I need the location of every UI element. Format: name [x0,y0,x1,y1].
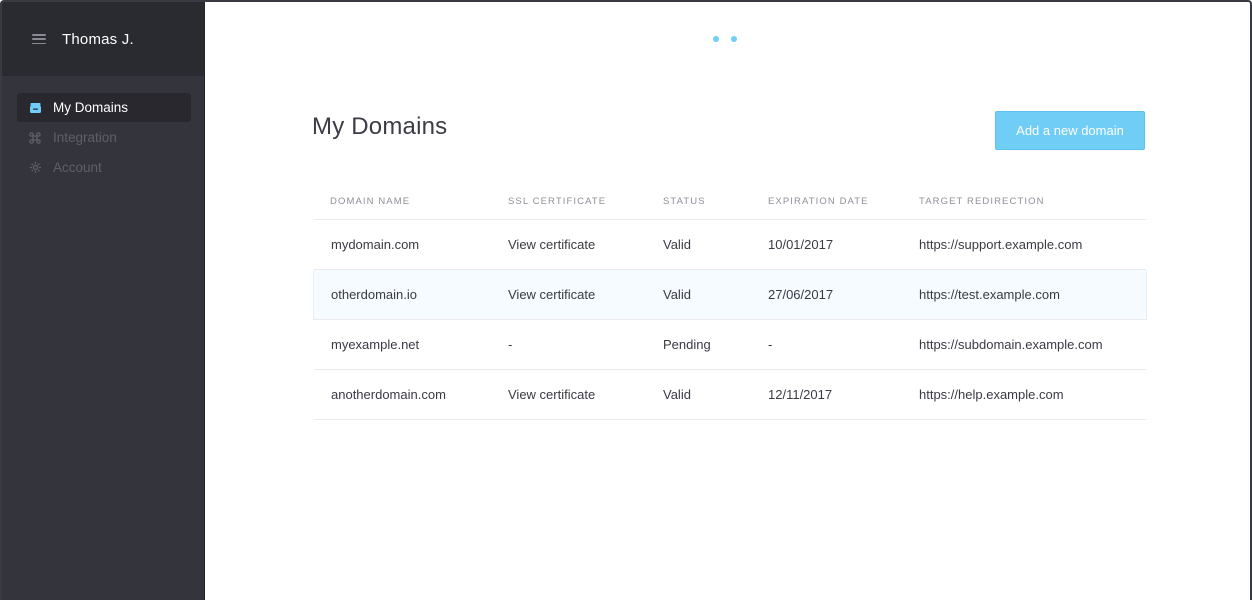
sidebar: Thomas J. My Domains Integration Account [2,2,205,600]
user-name[interactable]: Thomas J. [62,31,134,48]
target-redirection-cell: https://subdomain.example.com [919,337,1103,352]
add-domain-button[interactable]: Add a new domain [995,111,1145,150]
column-header-domain[interactable]: DOMAIN NAME [314,196,508,207]
table-row[interactable]: myexample.net - Pending - https://subdom… [314,320,1146,370]
app-window: Thomas J. My Domains Integration Account… [0,0,1252,600]
domain-name-cell: otherdomain.io [331,287,417,302]
status-cell: Pending [663,337,711,352]
table-row[interactable]: anotherdomain.com View certificate Valid… [314,370,1146,420]
command-icon [28,131,42,145]
domain-name-cell: myexample.net [331,337,420,352]
sidebar-nav: My Domains Integration Account [2,76,204,182]
domains-icon [28,101,42,115]
loader-dot [713,36,719,42]
expiration-date-cell: 10/01/2017 [768,237,834,252]
loader-dot [731,36,737,42]
expiration-date-cell: - [768,337,773,352]
page-title: My Domains [312,113,448,140]
loading-indicator [713,36,737,42]
target-redirection-cell: https://support.example.com [919,237,1083,252]
domain-name-cell: anotherdomain.com [331,387,446,402]
status-cell: Valid [663,387,691,402]
sidebar-header: Thomas J. [2,2,204,76]
sidebar-item-label: Account [53,160,102,175]
column-header-expiration[interactable]: EXPIRATION DATE [768,196,919,207]
ssl-certificate-cell: - [508,337,513,352]
table-row[interactable]: mydomain.com View certificate Valid 10/0… [314,220,1146,270]
status-cell: Valid [663,237,691,252]
sidebar-item-account[interactable]: Account [17,153,191,182]
status-cell: Valid [663,287,691,302]
gear-icon [28,161,42,175]
main-content: My Domains Add a new domain DOMAIN NAME … [205,2,1250,600]
domain-name-cell: mydomain.com [331,237,420,252]
column-header-target[interactable]: TARGET REDIRECTION [919,196,1146,207]
hamburger-menu-icon[interactable] [32,34,46,44]
column-header-status[interactable]: STATUS [663,196,768,207]
sidebar-item-integration[interactable]: Integration [17,123,191,152]
sidebar-item-my-domains[interactable]: My Domains [17,93,191,122]
sidebar-item-label: My Domains [53,100,129,115]
view-certificate-link[interactable]: View certificate [508,387,663,402]
expiration-date-cell: 27/06/2017 [768,287,834,302]
sidebar-item-label: Integration [53,130,117,145]
view-certificate-link[interactable]: View certificate [508,287,663,302]
expiration-date-cell: 12/11/2017 [768,387,833,402]
table-header: DOMAIN NAME SSL CERTIFICATE STATUS EXPIR… [314,184,1146,220]
target-redirection-cell: https://help.example.com [919,387,1064,402]
table-row[interactable]: otherdomain.io View certificate Valid 27… [313,270,1147,320]
target-redirection-cell: https://test.example.com [919,287,1060,302]
view-certificate-link[interactable]: View certificate [508,237,663,252]
column-header-ssl[interactable]: SSL CERTIFICATE [508,196,663,207]
domains-table: DOMAIN NAME SSL CERTIFICATE STATUS EXPIR… [313,184,1147,420]
